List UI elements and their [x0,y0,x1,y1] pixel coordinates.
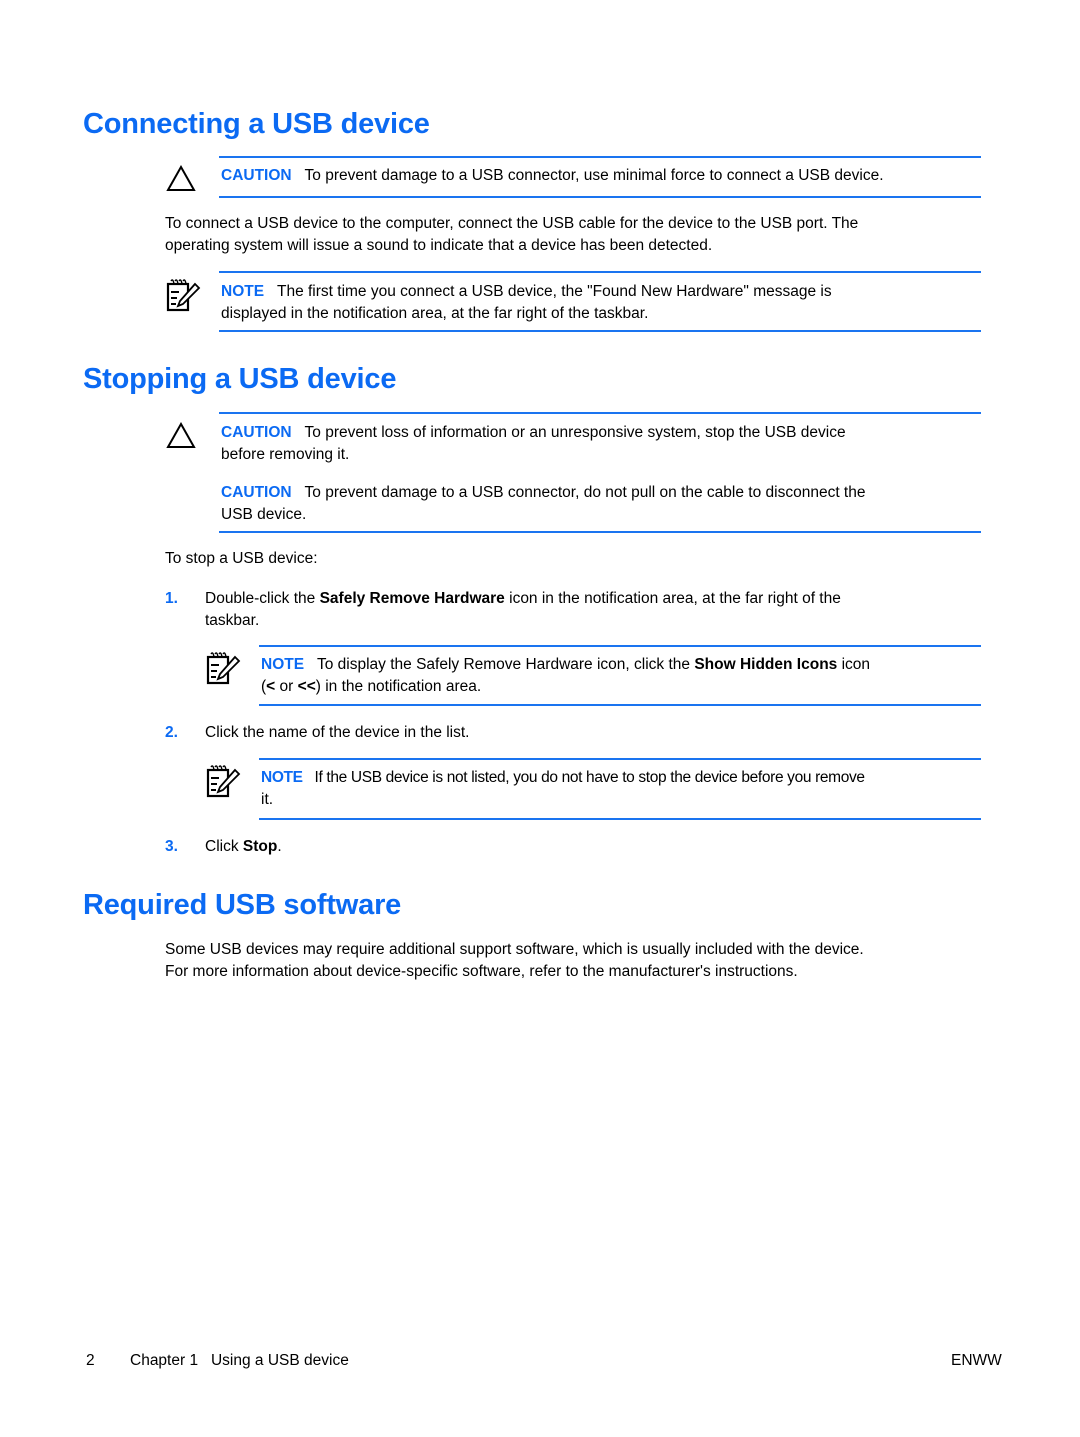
note-rule-bottom [259,704,981,706]
caution-rule-top [219,156,981,158]
note-rule-bottom [219,330,981,332]
heading-stopping: Stopping a USB device [83,363,397,395]
note-text: icon [837,656,871,673]
step-text: Click [205,838,243,855]
caution-stopping-1-line1: CAUTION To prevent loss of information o… [221,423,846,443]
step-number: 1. [165,590,178,607]
note-step2-line2: it. [261,791,274,808]
note-step2-line1: NOTE If the USB device is not listed, yo… [261,768,865,788]
note-text: ) in the notification area. [315,678,482,695]
caution-rule-top [219,412,981,414]
note-text: The first time you connect a USB device,… [276,283,832,300]
caution-rule-bottom [219,196,981,198]
note-rule-bottom [259,818,981,820]
stop-term: Stop [242,838,278,855]
note-text: or [275,678,298,695]
step-text: icon in the notification area, at the fa… [504,590,841,607]
step-3-text: Click Stop. [205,837,282,857]
note-label: NOTE [221,283,265,300]
caution-text: To prevent damage to a USB connector, us… [304,167,884,184]
warning-triangle-icon [166,165,196,191]
note-step1-line1: NOTE To display the Safely Remove Hardwa… [261,655,870,675]
footer-chapter: Chapter 1 Using a USB device [130,1352,349,1369]
note-label: NOTE [261,656,305,673]
show-hidden-icons-term: Show Hidden Icons [694,656,838,673]
note-text: If the USB device is not listed, you do … [314,769,865,786]
step-number: 3. [165,838,178,855]
caution-stopping-1-line2: before removing it. [221,446,350,463]
chevron-symbol: < [266,678,276,695]
note-connecting-line2: displayed in the notification area, at t… [221,305,649,322]
caution-stopping-2-line2: USB device. [221,506,307,523]
step-text: . [277,838,282,855]
note-pencil-icon [166,279,201,312]
note-step1-line2: (< or <<) in the notification area. [261,677,481,697]
paragraph-software-line1: Some USB devices may require additional … [165,941,864,958]
paragraph-connect-line1: To connect a USB device to the computer,… [165,215,859,232]
step-number: 2. [165,724,178,741]
heading-connecting: Connecting a USB device [83,108,430,140]
caution-label: CAUTION [221,167,292,184]
caution-text: To prevent damage to a USB connector, do… [304,484,866,501]
step-2-text: Click the name of the device in the list… [205,724,470,741]
caution-label: CAUTION [221,424,292,441]
note-rule-top [219,271,981,273]
paragraph-connect-line2: operating system will issue a sound to i… [165,237,713,254]
note-text: To display the Safely Remove Hardware ic… [316,656,695,673]
step-1-line2: taskbar. [205,612,260,629]
note-rule-top [259,758,981,760]
paragraph-software-line2: For more information about device-specif… [165,963,798,980]
step-1-line1: Double-click the Safely Remove Hardware … [205,589,841,609]
caution-text: To prevent loss of information or an unr… [304,424,846,441]
note-connecting-line1: NOTE The first time you connect a USB de… [221,282,832,302]
caution-rule-bottom [219,531,981,533]
note-label: NOTE [261,769,303,786]
warning-triangle-icon [166,422,196,448]
double-chevron-symbol: << [297,678,316,695]
step-text: Double-click the [205,590,320,607]
safely-remove-hardware-term: Safely Remove Hardware [319,590,505,607]
footer-page-number: 2 [86,1352,95,1369]
note-pencil-icon [206,765,241,798]
note-pencil-icon [206,652,241,685]
heading-software: Required USB software [83,889,402,921]
caution-label: CAUTION [221,484,292,501]
note-rule-top [259,645,981,647]
footer-locale: ENWW [951,1352,1002,1369]
caution-connecting: CAUTION To prevent damage to a USB conne… [221,166,884,186]
caution-stopping-2-line1: CAUTION To prevent damage to a USB conne… [221,483,865,503]
stop-intro: To stop a USB device: [165,550,318,567]
